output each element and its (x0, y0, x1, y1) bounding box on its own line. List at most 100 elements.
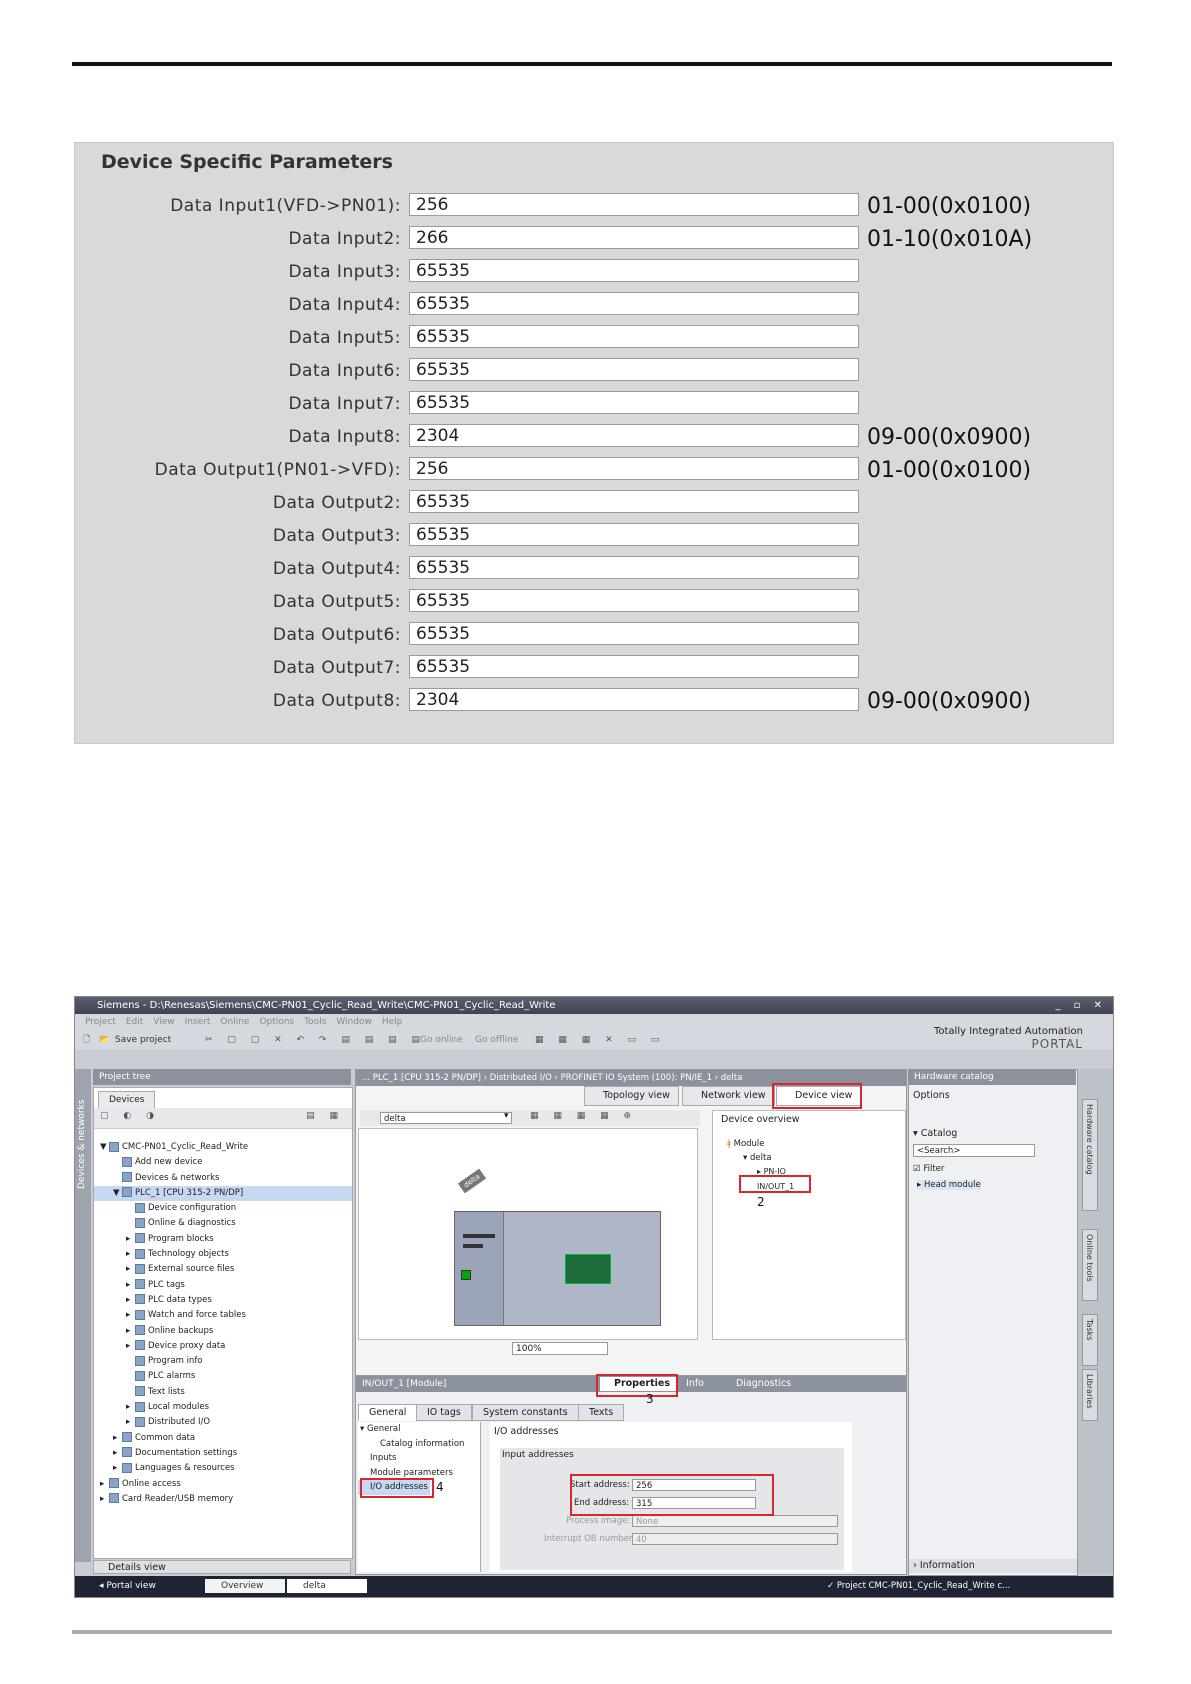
details-view[interactable]: Details view (93, 1560, 351, 1574)
param-value-field[interactable]: 65535 (409, 259, 859, 282)
left-vertical-tab[interactable]: Devices & networks (75, 1069, 91, 1562)
tree-expand-icon[interactable]: ▸ (126, 1262, 135, 1277)
tree-expand-icon[interactable]: ▸ (126, 1400, 135, 1415)
device-select[interactable]: delta (380, 1112, 512, 1124)
menu-item[interactable]: Help (382, 1017, 403, 1027)
menu-item[interactable]: Online (220, 1017, 249, 1027)
tree-expand-icon[interactable]: ▸ (113, 1431, 122, 1446)
param-value-field[interactable]: 65535 (409, 523, 859, 546)
delta-status-tab[interactable]: delta (287, 1579, 367, 1593)
tree-item[interactable]: ▸ Device proxy data (94, 1339, 352, 1354)
portal-view-button[interactable]: ◂ Portal view (99, 1576, 156, 1597)
catalog-filter[interactable]: ☑ Filter (913, 1164, 944, 1174)
menu-item[interactable]: Options (259, 1017, 294, 1027)
tree-expand-icon[interactable]: ▼ (100, 1140, 109, 1155)
devices-tab[interactable]: Devices (98, 1091, 156, 1108)
tree-view-icons[interactable]: ▤ ▦ (306, 1111, 344, 1121)
overview-tab[interactable]: Device overview (721, 1113, 800, 1127)
online-tools-icons[interactable]: ▦ ▦ ▦ ✕ ▭ ▭ (535, 1030, 665, 1050)
tree-item[interactable]: ▸ Documentation settings (94, 1446, 352, 1461)
overview-delta[interactable]: ▾ delta (743, 1153, 772, 1163)
tree-item[interactable]: ▸ Languages & resources (94, 1461, 352, 1476)
tree-item[interactable]: ▸ Card Reader/USB memory (94, 1492, 352, 1507)
info-tab[interactable]: Info (686, 1377, 704, 1391)
overview-module[interactable]: ǂ Module (727, 1139, 765, 1149)
right-task-tab[interactable]: Online tools (1082, 1229, 1098, 1301)
tree-expand-icon[interactable]: ▸ (126, 1278, 135, 1293)
right-task-tab[interactable]: Tasks (1082, 1314, 1098, 1366)
nav-general[interactable]: ▾ General (358, 1422, 480, 1437)
system-constants-tab[interactable]: System constants (472, 1404, 579, 1421)
menu-item[interactable]: Project (85, 1017, 116, 1027)
tree-expand-icon[interactable]: ▸ (126, 1293, 135, 1308)
tree-item[interactable]: ▸ Distributed I/O (94, 1415, 352, 1430)
param-value-field[interactable]: 65535 (409, 292, 859, 315)
network-view-tab[interactable]: Network view (682, 1086, 775, 1106)
param-value-field[interactable]: 65535 (409, 358, 859, 381)
param-value-field[interactable]: 65535 (409, 589, 859, 612)
tree-item[interactable]: ▸ PLC tags (94, 1278, 352, 1293)
tree-item[interactable]: ▸ External source files (94, 1262, 352, 1277)
tree-expand-icon[interactable]: ▸ (126, 1415, 135, 1430)
catalog-head-module[interactable]: ▸ Head module (917, 1180, 981, 1190)
tree-item[interactable]: Text lists (94, 1385, 352, 1400)
nav-inputs[interactable]: Inputs (358, 1451, 480, 1466)
tree-expand-icon[interactable]: ▼ (113, 1186, 122, 1201)
editor-tool-icons[interactable]: ▦ ▦ ▦ ▦ ⊕ (530, 1111, 637, 1121)
tree-item[interactable]: ▸ Online backups (94, 1324, 352, 1339)
right-task-tab[interactable]: Hardware catalog (1082, 1099, 1098, 1211)
tree-item[interactable]: ▸ Local modules (94, 1400, 352, 1415)
tree-expand-icon[interactable]: ▸ (100, 1492, 109, 1507)
param-value-field[interactable]: 65535 (409, 391, 859, 414)
tree-item[interactable]: Devices & networks (94, 1171, 352, 1186)
rack-head-slot[interactable] (455, 1212, 504, 1325)
module-board-icon[interactable] (565, 1254, 611, 1284)
tree-item[interactable]: Program info (94, 1354, 352, 1369)
tree-expand-icon[interactable]: ▸ (126, 1324, 135, 1339)
param-value-field[interactable]: 65535 (409, 490, 859, 513)
menu-item[interactable]: Tools (304, 1017, 326, 1027)
information-panel[interactable]: › Information (909, 1559, 1077, 1573)
texts-tab[interactable]: Texts (578, 1404, 625, 1421)
topology-view-tab[interactable]: Topology view (584, 1086, 679, 1106)
tree-item[interactable]: Add new device (94, 1155, 352, 1170)
tree-expand-icon[interactable]: ▸ (126, 1308, 135, 1323)
tree-item[interactable]: ▸ PLC data types (94, 1293, 352, 1308)
tree-expand-icon[interactable]: ▸ (100, 1477, 109, 1492)
param-value-field[interactable]: 2304 (409, 424, 859, 447)
param-value-field[interactable]: 65535 (409, 622, 859, 645)
param-value-field[interactable]: 2304 (409, 688, 859, 711)
tree-item[interactable]: PLC alarms (94, 1369, 352, 1384)
tree-expand-icon[interactable]: ▸ (126, 1247, 135, 1262)
param-value-field[interactable]: 266 (409, 226, 859, 249)
process-image-select[interactable]: None (632, 1515, 838, 1527)
tree-item[interactable]: ▸ Technology objects (94, 1247, 352, 1262)
param-value-field[interactable]: 65535 (409, 325, 859, 348)
general-tab[interactable]: General (358, 1404, 418, 1421)
tree-item[interactable]: ▸ Common data (94, 1431, 352, 1446)
menu-item[interactable]: View (153, 1017, 174, 1027)
tree-item[interactable]: ▼ CMC-PN01_Cyclic_Read_Write (94, 1140, 352, 1155)
tree-expand-icon[interactable]: ▸ (113, 1461, 122, 1476)
param-value-field[interactable]: 256 (409, 457, 859, 480)
tree-item[interactable]: Device configuration (94, 1201, 352, 1216)
open-project-icon[interactable]: 📂 (99, 1030, 110, 1050)
save-project-button[interactable]: Save project (115, 1030, 171, 1050)
catalog-options[interactable]: Options (913, 1090, 950, 1101)
param-value-field[interactable]: 65535 (409, 556, 859, 579)
tree-expand-icon[interactable]: ▸ (126, 1232, 135, 1247)
tree-item[interactable]: ▸ Online access (94, 1477, 352, 1492)
device-select-chevron-icon[interactable]: ▾ (504, 1111, 509, 1121)
device-canvas[interactable]: delta (358, 1128, 698, 1340)
tree-item[interactable]: ▸ Program blocks (94, 1232, 352, 1247)
catalog-section[interactable]: ▾ Catalog (913, 1128, 957, 1139)
go-online-button[interactable]: Go online (420, 1030, 463, 1050)
diagnostics-tab[interactable]: Diagnostics (736, 1377, 791, 1391)
menu-item[interactable]: Edit (126, 1017, 143, 1027)
device-rack[interactable] (454, 1211, 661, 1326)
tree-expand-icon[interactable]: ▸ (113, 1446, 122, 1461)
tree-item[interactable]: Online & diagnostics (94, 1216, 352, 1231)
go-offline-button[interactable]: Go offline (475, 1030, 518, 1050)
menu-item[interactable]: Window (336, 1017, 372, 1027)
right-task-tab[interactable]: Libraries (1082, 1369, 1098, 1421)
